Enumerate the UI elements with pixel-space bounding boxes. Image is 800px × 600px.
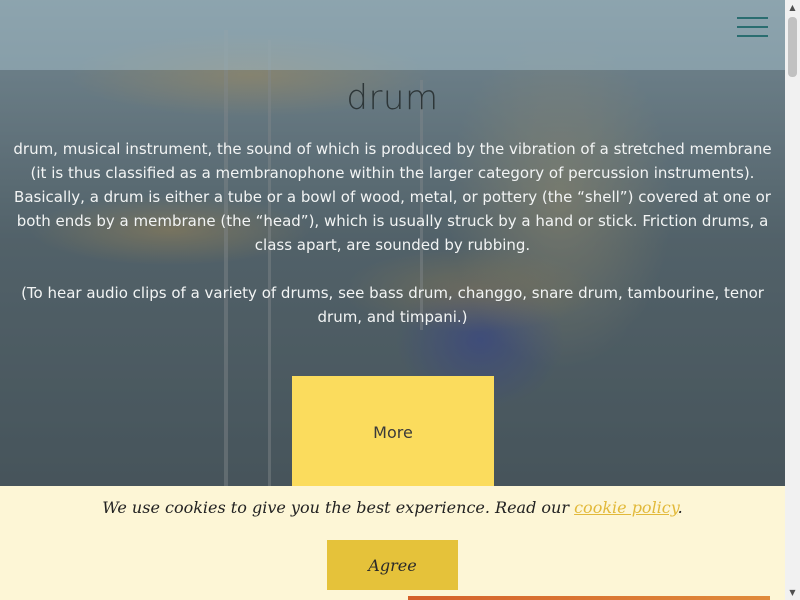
cookie-policy-link[interactable]: cookie policy	[574, 498, 678, 517]
top-navigation-bar	[0, 0, 785, 70]
menu-line	[737, 17, 768, 19]
audio-clips-paragraph: (To hear audio clips of a variety of dru…	[21, 284, 764, 326]
cookie-message-text: We use cookies to give you the best expe…	[102, 498, 575, 517]
more-button[interactable]: More	[292, 376, 494, 488]
page-title: drum	[346, 78, 439, 118]
description-paragraph: drum, musical instrument, the sound of w…	[13, 140, 772, 254]
cookie-banner: We use cookies to give you the best expe…	[0, 486, 785, 600]
menu-line	[737, 26, 768, 28]
cookie-message-end: .	[677, 498, 683, 517]
vertical-scrollbar[interactable]: ▲ ▼	[785, 0, 800, 600]
scrollbar-thumb[interactable]	[788, 17, 797, 77]
scroll-down-arrow-icon[interactable]: ▼	[785, 585, 800, 600]
hamburger-menu-icon[interactable]	[737, 17, 768, 37]
agree-button[interactable]: Agree	[327, 540, 458, 590]
page-viewport: drum drum, musical instrument, the sound…	[0, 0, 785, 600]
content-image-edge	[408, 596, 770, 600]
cookie-message: We use cookies to give you the best expe…	[0, 498, 785, 517]
scroll-up-arrow-icon[interactable]: ▲	[785, 0, 800, 15]
menu-line	[737, 35, 768, 37]
